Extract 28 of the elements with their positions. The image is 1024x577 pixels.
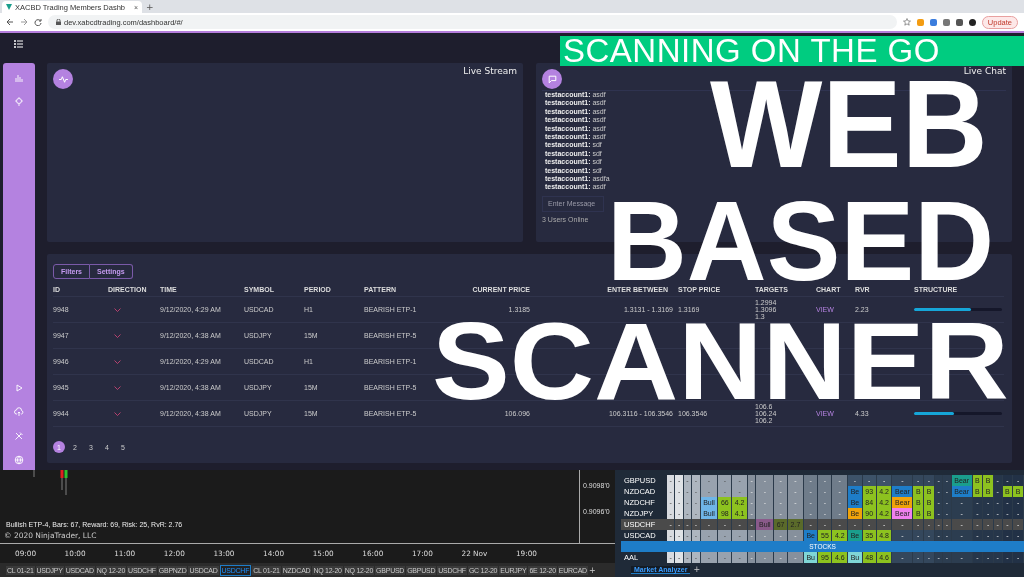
tools-icon[interactable] [14, 431, 24, 441]
add-tab-button[interactable]: + [588, 566, 596, 575]
add-tab-button[interactable]: + [693, 565, 701, 574]
new-tab-button[interactable]: + [146, 1, 154, 14]
chevron-down-icon [114, 385, 121, 390]
headline-text: BASED [607, 200, 995, 283]
site-icon [6, 4, 12, 11]
play-icon[interactable] [14, 383, 24, 393]
cloud-upload-icon[interactable] [14, 407, 24, 417]
lock-icon [56, 19, 61, 26]
chat-icon [542, 69, 562, 89]
pulse-icon [53, 69, 73, 89]
panel-title: Live Stream [463, 66, 517, 76]
profile-avatar[interactable] [968, 18, 976, 26]
chevron-down-icon [114, 411, 121, 416]
menu-icon[interactable] [14, 40, 23, 48]
back-icon[interactable] [6, 18, 14, 27]
star-icon[interactable] [902, 18, 911, 27]
chevron-down-icon [114, 333, 121, 338]
globe-icon[interactable] [14, 455, 24, 465]
headline-banner: SCANNING ON THE GO [560, 36, 1024, 66]
headline-text: WEB [710, 80, 988, 170]
reload-icon[interactable] [34, 18, 42, 27]
panel-title: Live Chat [963, 66, 1006, 76]
chevron-down-icon [114, 307, 121, 312]
bar-chart-icon[interactable] [14, 73, 24, 83]
forward-icon[interactable] [20, 18, 28, 27]
chevron-down-icon [114, 359, 121, 364]
